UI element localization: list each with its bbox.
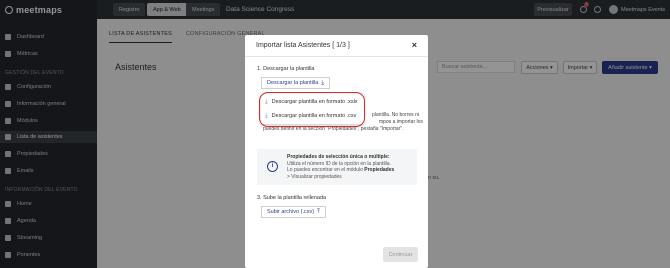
import-modal: Importar lista Asistentes [ 1/3 ] × 1. D… <box>245 35 428 268</box>
instructions-line-3: puedes definir en la sección "Propiedade… <box>263 126 404 132</box>
modal-divider <box>245 56 428 57</box>
info-line-2-text: Lo puedes encontrar en el módulo <box>287 167 365 173</box>
download-template-button[interactable]: Descargar la plantilla ⤓ <box>261 77 331 89</box>
instructions-partial-1: plantilla. No borres ni <box>372 112 419 118</box>
upload-icon: ⤒ <box>317 208 320 215</box>
highlight-annotation <box>259 92 365 127</box>
modal-title: Importar lista Asistentes [ 1/3 ] <box>256 42 350 49</box>
continue-button[interactable]: Continuar <box>383 247 418 262</box>
close-icon[interactable]: × <box>412 40 417 50</box>
download-icon: ⤓ <box>321 79 325 86</box>
info-line-2-bold: Propiedades <box>364 167 395 173</box>
info-box: i Propiedades de selección única o múlti… <box>257 149 417 185</box>
upload-file-label: Subir archivo (.csv) <box>267 209 315 215</box>
upload-file-button[interactable]: Subir archivo (.csv) ⤒ <box>261 206 326 218</box>
info-icon: i <box>267 161 278 172</box>
step-3-label: 3. Sube la plantilla rellenada <box>257 195 327 201</box>
instructions-partial-2: mpos a importar los <box>379 119 423 125</box>
info-line-3: > Visualizar propiedades <box>287 173 342 180</box>
download-template-label: Descargar la plantilla <box>267 80 319 86</box>
info-text: Propiedades de selección única o múltipl… <box>287 154 412 180</box>
info-line-2: Lo puedes encontrar en el módulo Propied… <box>287 167 412 174</box>
step-1-label: 1. Descargar la plantilla <box>257 66 315 72</box>
